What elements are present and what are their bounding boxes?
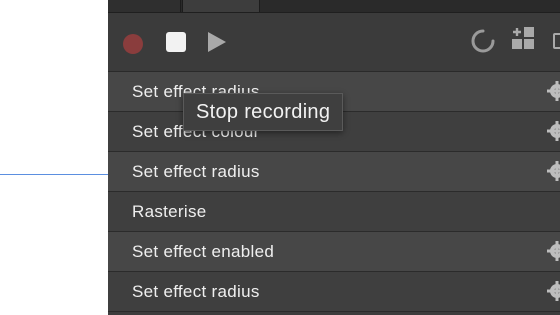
macro-toolbar bbox=[108, 13, 560, 72]
stop-recording-tooltip: Stop recording bbox=[183, 93, 344, 131]
gear-icon[interactable] bbox=[546, 280, 560, 302]
list-item[interactable]: Set effect enabled bbox=[108, 232, 560, 272]
tab-2[interactable] bbox=[182, 0, 260, 12]
guide-line bbox=[0, 174, 108, 175]
record-button[interactable] bbox=[123, 34, 143, 54]
tab-strip bbox=[108, 0, 560, 13]
panel-layout-icon[interactable] bbox=[553, 33, 560, 49]
list-item[interactable]: Set effect radius bbox=[108, 272, 560, 312]
play-button[interactable] bbox=[208, 32, 226, 52]
step-label: Set effect radius bbox=[132, 282, 260, 301]
tab-1[interactable] bbox=[108, 0, 181, 12]
gear-icon[interactable] bbox=[546, 240, 560, 262]
step-label: Set effect radius bbox=[132, 162, 260, 181]
add-grid-icon[interactable] bbox=[510, 27, 538, 55]
list-item[interactable]: Set effect radius bbox=[108, 152, 560, 192]
gear-icon[interactable] bbox=[546, 80, 560, 102]
gear-icon[interactable] bbox=[546, 120, 560, 142]
loop-icon[interactable] bbox=[470, 28, 496, 54]
canvas-area[interactable] bbox=[0, 0, 108, 315]
step-label: Set effect enabled bbox=[132, 242, 275, 261]
list-item[interactable]: Rasterise bbox=[108, 192, 560, 232]
macro-panel: Set effect radius Set effect colour Set … bbox=[108, 0, 560, 315]
stop-recording-button[interactable] bbox=[166, 32, 186, 52]
gear-icon[interactable] bbox=[546, 160, 560, 182]
step-label: Rasterise bbox=[132, 202, 207, 221]
